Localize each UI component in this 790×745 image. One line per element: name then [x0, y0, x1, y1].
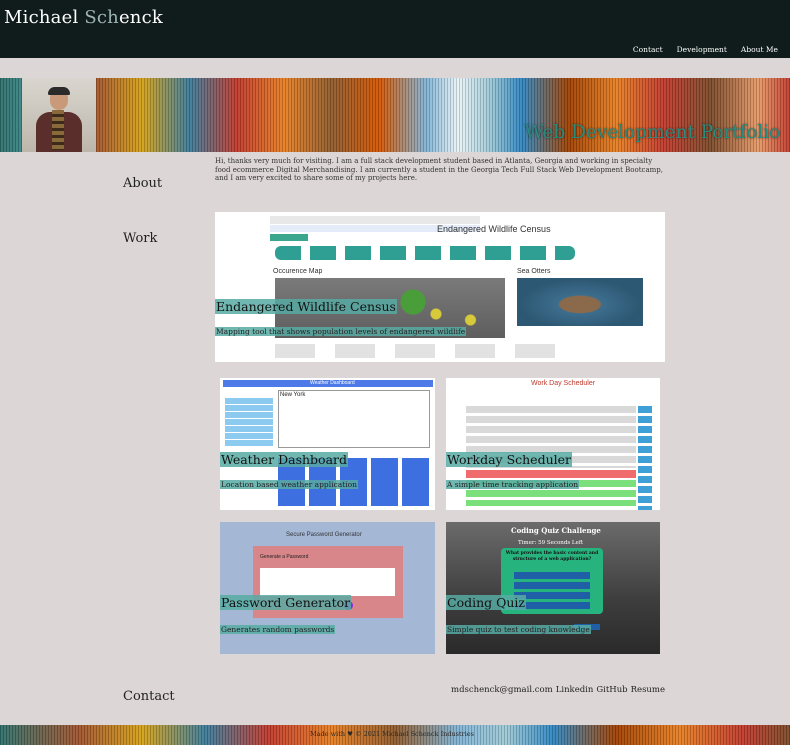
project-screenshot: Work Day Scheduler: [446, 378, 660, 510]
email-link[interactable]: mdschenck@gmail.com: [451, 685, 553, 695]
screenshot-city: New York: [280, 392, 306, 398]
project-card-weather-dashboard[interactable]: Weather Dashboard New York Weather Dashb…: [220, 378, 435, 510]
project-card-coding-quiz[interactable]: Coding Quiz Challenge Timer: 59 Seconds …: [446, 522, 660, 654]
project-title[interactable]: Endangered Wildlife Census: [215, 299, 397, 314]
top-navbar: Michael Schenck Contact Development Abou…: [0, 0, 790, 58]
screenshot-timer: Timer: 59 Seconds Left: [518, 540, 584, 546]
screenshot-title: Coding Quiz Challenge: [511, 526, 601, 535]
project-card-workday-scheduler[interactable]: Work Day Scheduler Workday Scheduler A s…: [446, 378, 660, 510]
screenshot-title: Work Day Scheduler: [531, 380, 596, 387]
profile-photo: [22, 78, 96, 152]
about-text: Hi, thanks very much for visiting. I am …: [215, 157, 663, 183]
resume-link[interactable]: Resume: [631, 685, 665, 695]
project-description: A simple time tracking application: [446, 480, 580, 489]
screenshot-subtitle: Generate a Password: [260, 554, 309, 560]
project-description: Simple quiz to test coding knowledge: [446, 625, 591, 634]
brand-rest: enck: [118, 7, 163, 28]
screenshot-subtitle: Occurence Map: [273, 268, 323, 275]
screenshot-question: What provides the basic content and stru…: [505, 551, 599, 562]
project-description: Mapping tool that shows population level…: [215, 327, 467, 336]
nav-development-link[interactable]: Development: [677, 45, 727, 54]
contact-links: mdschenck@gmail.com Linkedin GitHub Resu…: [451, 685, 665, 695]
linkedin-link[interactable]: Linkedin: [556, 685, 594, 695]
main-nav: Contact Development About Me: [633, 45, 778, 54]
screenshot-title: Secure Password Generator: [286, 532, 362, 538]
project-title[interactable]: Coding Quiz: [446, 595, 526, 610]
github-link[interactable]: GitHub: [596, 685, 627, 695]
project-description: Location based weather application: [220, 480, 358, 489]
brand-accent: Sch: [84, 7, 119, 28]
contact-heading: Contact: [123, 689, 175, 704]
screenshot-title: Endangered Wildlife Census: [437, 224, 551, 234]
work-heading: Work: [123, 231, 158, 246]
project-screenshot: Endangered Wildlife Census Occurence Map…: [215, 212, 665, 362]
nav-contact-link[interactable]: Contact: [633, 45, 663, 54]
project-card-endangered-wildlife[interactable]: Endangered Wildlife Census Occurence Map…: [215, 212, 665, 362]
project-screenshot: Secure Password Generator Generate a Pas…: [220, 522, 435, 654]
hero-title: Web Development Portfolio: [524, 121, 781, 143]
project-card-password-generator[interactable]: Secure Password Generator Generate a Pas…: [220, 522, 435, 654]
project-title[interactable]: Weather Dashboard: [220, 452, 348, 467]
screenshot-title: Weather Dashboard: [310, 380, 355, 386]
project-description: Generates random passwords: [220, 625, 336, 634]
project-screenshot: Coding Quiz Challenge Timer: 59 Seconds …: [446, 522, 660, 654]
screenshot-subtitle: Sea Otters: [517, 268, 551, 275]
nav-about-me-link[interactable]: About Me: [741, 45, 778, 54]
about-heading: About: [123, 176, 163, 191]
project-title[interactable]: Workday Scheduler: [446, 452, 572, 467]
project-screenshot: Weather Dashboard New York: [220, 378, 435, 510]
brand-first: Michael: [4, 7, 85, 28]
site-brand[interactable]: Michael Schenck: [4, 7, 163, 28]
footer-text: Made with ♥ © 2021 Michael Schenck Indus…: [310, 730, 474, 738]
project-title[interactable]: Password Generator: [220, 595, 352, 610]
